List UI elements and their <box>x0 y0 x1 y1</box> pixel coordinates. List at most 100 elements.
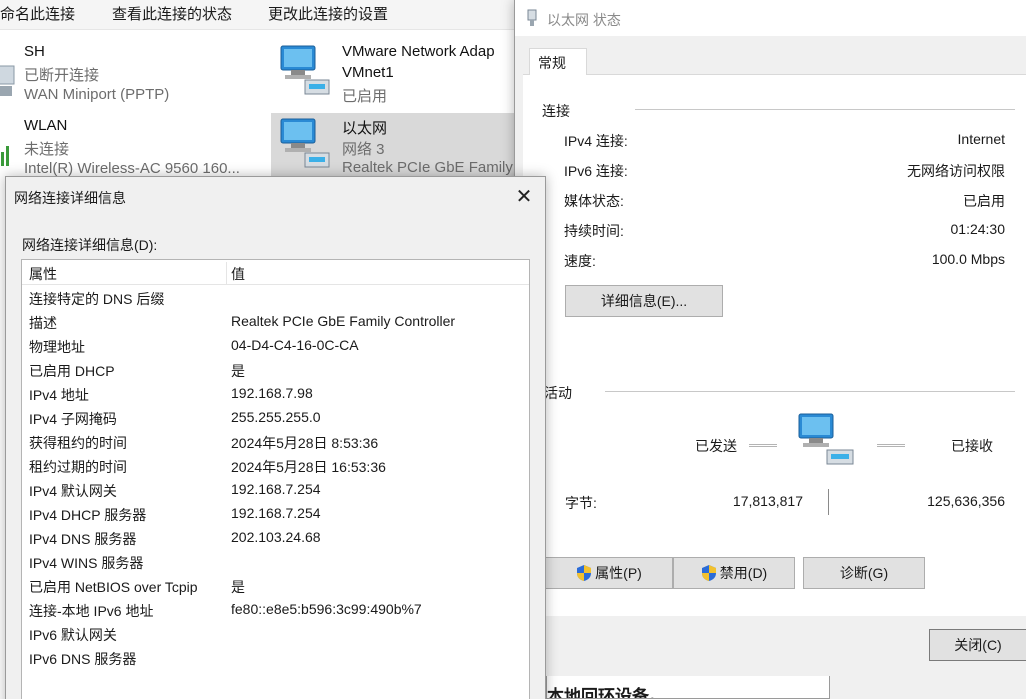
rename-connection-link[interactable]: 命名此连接 <box>0 3 75 24</box>
table-row[interactable]: 描述 Realtek PCIe GbE Family Controller <box>22 310 529 334</box>
ethernet-adapter-icon <box>280 118 330 168</box>
value-cell: fe80::e8e5:b596:3c99:490b%7 <box>231 601 422 617</box>
table-row[interactable]: 已启用 NetBIOS over Tcpip 是 <box>22 574 529 598</box>
value-cell: 是 <box>231 579 245 595</box>
activity-group-label: 活动 <box>544 383 576 403</box>
property-cell: IPv6 DNS 服务器 <box>29 651 137 667</box>
property-cell: 获得租约的时间 <box>29 435 127 451</box>
table-row[interactable]: 连接-本地 IPv6 地址 fe80::e8e5:b596:3c99:490b%7 <box>22 598 529 622</box>
connection-device: Realtek PCIe GbE Family <box>342 159 513 176</box>
sent-indicator-line <box>749 444 777 447</box>
details-list[interactable]: 属性 值 连接特定的 DNS 后缀 描述 Realtek PCIe GbE Fam… <box>21 259 530 699</box>
table-row[interactable]: IPv6 默认网关 <box>22 622 529 646</box>
connection-name: 以太网 <box>342 120 388 137</box>
property-cell: IPv4 DNS 服务器 <box>29 531 137 547</box>
property-cell: 连接-本地 IPv6 地址 <box>29 603 154 619</box>
table-row[interactable]: IPv4 子网掩码 255.255.255.0 <box>22 406 529 430</box>
table-row[interactable]: IPv4 DNS 服务器 202.103.24.68 <box>22 526 529 550</box>
speed-value: 100.0 Mbps <box>931 251 1005 267</box>
bytes-received-value: 125,636,356 <box>927 493 1005 509</box>
close-button[interactable]: 关闭(C) <box>929 629 1026 661</box>
diagnose-button[interactable]: 诊断(G) <box>803 557 925 589</box>
received-indicator-line <box>877 444 905 447</box>
value-cell: 2024年5月28日 16:53:36 <box>231 459 386 475</box>
ethernet-plug-icon <box>527 9 537 26</box>
details-list-header: 属性 值 <box>22 260 529 285</box>
property-cell: IPv4 子网掩码 <box>29 411 117 427</box>
received-label: 已接收 <box>951 438 993 454</box>
column-separator[interactable] <box>226 262 227 284</box>
details-dialog-title: 网络连接详细信息 <box>14 190 126 206</box>
table-row[interactable]: IPv4 地址 192.168.7.98 <box>22 382 529 406</box>
connection-device: WAN Miniport (PPTP) <box>24 86 170 103</box>
connection-group-line <box>635 109 1015 110</box>
value-cell: 2024年5月28日 8:53:36 <box>231 435 379 451</box>
disable-button[interactable]: 禁用(D) <box>673 557 795 589</box>
network-activity-icon <box>798 413 854 465</box>
property-cell: IPv4 WINS 服务器 <box>29 555 144 571</box>
property-cell: 描述 <box>29 315 57 331</box>
connection-details-dialog: 网络连接详细信息 ✕ 网络连接详细信息(D): 属性 值 连接特定的 DNS 后… <box>5 176 546 699</box>
value-cell: Realtek PCIe GbE Family Controller <box>231 313 456 329</box>
property-cell: 连接特定的 DNS 后缀 <box>29 291 165 307</box>
connection-status: 未连接 <box>24 141 70 158</box>
value-cell: 是 <box>231 363 245 379</box>
property-cell: IPv6 默认网关 <box>29 627 117 643</box>
value-cell: 202.103.24.68 <box>231 529 321 545</box>
value-cell: 192.168.7.254 <box>231 505 321 521</box>
details-list-label: 网络连接详细信息(D): <box>22 237 158 253</box>
table-row[interactable]: IPv4 WINS 服务器 <box>22 550 529 574</box>
value-cell: 255.255.255.0 <box>231 409 321 425</box>
duration-label: 持续时间: <box>564 223 624 239</box>
table-row[interactable]: 租约过期的时间 2024年5月28日 16:53:36 <box>22 454 529 478</box>
speed-label: 速度: <box>564 253 596 269</box>
property-cell: 物理地址 <box>29 339 85 355</box>
uac-shield-icon <box>577 565 592 581</box>
connection-name: WLAN <box>24 117 68 134</box>
table-row[interactable]: 连接特定的 DNS 后缀 <box>22 286 529 310</box>
properties-button-label: 属性(P) <box>595 565 642 581</box>
status-window-title: 以太网 状态 <box>547 12 621 28</box>
connection-name: VMware Network Adap <box>342 43 495 60</box>
view-status-link[interactable]: 查看此连接的状态 <box>112 3 232 24</box>
bytes-sent-value: 17,813,817 <box>732 493 803 509</box>
media-state-value: 已启用 <box>963 193 1005 209</box>
change-settings-link[interactable]: 更改此连接的设置 <box>268 3 388 24</box>
ipv4-connectivity-value: Internet <box>957 131 1005 147</box>
property-cell: 租约过期的时间 <box>29 459 127 475</box>
uac-shield-icon <box>701 565 716 581</box>
tab-general[interactable]: 常规 <box>529 48 587 76</box>
ethernet-adapter-icon <box>280 45 330 95</box>
value-cell: 192.168.7.254 <box>231 481 321 497</box>
background-partial-text: 本地回环设备。 <box>547 687 666 699</box>
background-window-fragment: 本地回环设备。 <box>546 676 830 699</box>
duration-value: 01:24:30 <box>950 221 1006 237</box>
ipv4-connectivity-label: IPv4 连接: <box>564 133 628 149</box>
connection-status: 已断开连接 <box>24 67 100 84</box>
details-button[interactable]: 详细信息(E)... <box>565 285 723 317</box>
table-row[interactable]: 物理地址 04-D4-C4-16-0C-CA <box>22 334 529 358</box>
value-cell: 04-D4-C4-16-0C-CA <box>231 337 359 353</box>
property-cell: 已启用 NetBIOS over Tcpip <box>29 579 198 595</box>
col-header-value[interactable]: 值 <box>231 264 245 284</box>
connection-status: VMnet1 <box>342 64 394 81</box>
vpn-connection-icon <box>0 65 15 96</box>
ipv6-connectivity-value: 无网络访问权限 <box>907 163 1005 179</box>
disable-button-label: 禁用(D) <box>719 565 768 581</box>
connection-status: 网络 3 <box>342 141 385 158</box>
close-icon[interactable]: ✕ <box>504 179 544 213</box>
table-row[interactable]: 已启用 DHCP 是 <box>22 358 529 382</box>
ethernet-status-window: 以太网 状态 常规 连接 IPv4 连接: Internet IPv6 连接: … <box>514 0 1026 699</box>
bytes-divider <box>828 489 829 515</box>
connection-device: Intel(R) Wireless-AC 9560 160... <box>24 160 240 177</box>
wifi-signal-icon <box>1 146 9 166</box>
table-row[interactable]: IPv4 DHCP 服务器 192.168.7.254 <box>22 502 529 526</box>
properties-button[interactable]: 属性(P) <box>545 557 673 589</box>
table-row[interactable]: IPv6 DNS 服务器 <box>22 646 529 670</box>
table-row[interactable]: 获得租约的时间 2024年5月28日 8:53:36 <box>22 430 529 454</box>
connection-device: 已启用 <box>342 88 388 105</box>
property-cell: IPv4 地址 <box>29 387 89 403</box>
col-header-property[interactable]: 属性 <box>29 264 57 284</box>
status-tabs: 常规 <box>523 48 1026 76</box>
table-row[interactable]: IPv4 默认网关 192.168.7.254 <box>22 478 529 502</box>
